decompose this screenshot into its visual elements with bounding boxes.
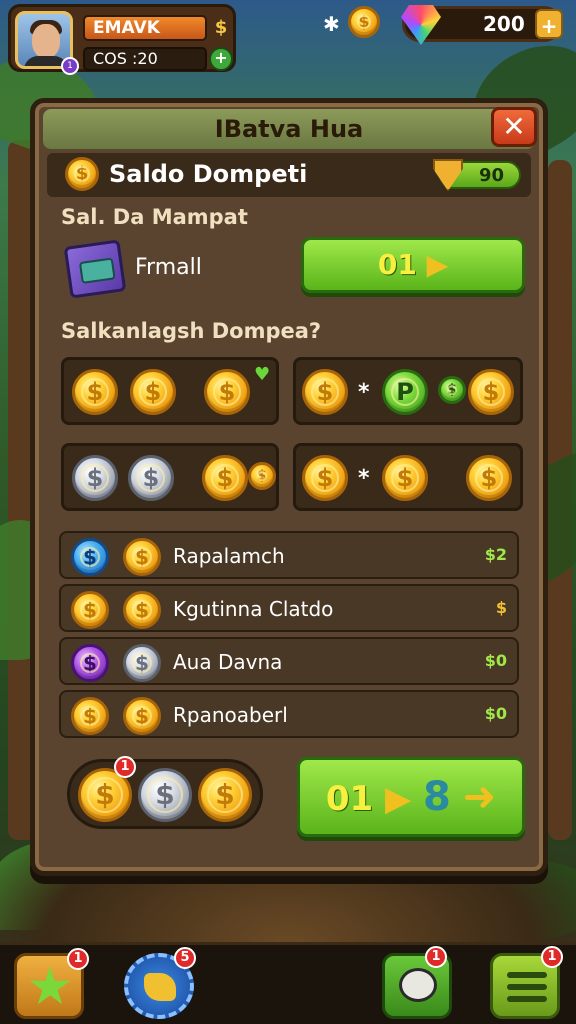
coin-pack-tile[interactable]: $ * P $ $ (293, 357, 523, 425)
chat-icon (399, 968, 437, 1002)
gem-icon (401, 5, 441, 45)
list-item[interactable]: $ $ Rapalamch $2 (59, 531, 519, 579)
balance-coin-icon: $ (65, 157, 99, 191)
section-label-wallet: Sal. Da Mampat (61, 205, 248, 229)
top-hud: 1 EMAVK $ COS :20 + ✱ $ 200 + (0, 0, 576, 80)
confirm-button[interactable]: 01 ▶ 8 ➜ (297, 757, 525, 837)
notification-badge: 5 (174, 947, 196, 969)
list-item-value: $ (495, 598, 507, 617)
notification-badge: 1 (541, 946, 563, 968)
list-item[interactable]: $ $ Rpanoaberl $0 (59, 690, 519, 738)
list-item-value: $2 (484, 545, 507, 564)
coin-stack: $ $ $ 1 (67, 756, 263, 829)
gem-value: 200 (483, 12, 525, 36)
balance-value-pill: 90 (433, 159, 521, 191)
nav-favorites-button[interactable]: 1 (14, 948, 89, 1019)
item-buy-button[interactable]: 01 ▶ (301, 237, 525, 293)
arrow-right-icon: ▶ (384, 779, 412, 819)
arrow-right-icon: ▶ (426, 248, 449, 281)
wallet-panel: IBatva Hua ✕ $ Saldo Dompeti 90 Sal. Da … (30, 98, 548, 876)
coin-pack-tile[interactable]: $ * $ $ (293, 443, 523, 511)
balance-bar: $ Saldo Dompeti 90 (47, 153, 531, 197)
nav-settings-button[interactable]: 5 (124, 947, 196, 1019)
item-name: Frmall (135, 255, 202, 280)
list-item-label: Kgutinna Clatdo (173, 597, 334, 621)
star-icon (29, 966, 71, 1005)
name-coin-icon[interactable]: $ (209, 17, 233, 39)
wallet-item-icon (63, 239, 127, 299)
section-label-select: Salkanlagsh Dompea? (61, 319, 322, 343)
balance-value: 90 (479, 165, 505, 186)
gear-icon (144, 973, 176, 1001)
hud-coin-icon: $ (348, 6, 380, 38)
heart-icon: ♥ (254, 364, 271, 385)
avatar-level-badge: 1 (61, 57, 79, 75)
list-item-label: Rapalamch (173, 544, 285, 568)
list-item[interactable]: $ $ Kgutinna Clatdo $ (59, 584, 519, 632)
list-item-value: $0 (484, 651, 507, 670)
gem-counter: 200 + (401, 5, 563, 45)
coin-pack-tile[interactable]: $ $ $ $ (61, 443, 279, 511)
list-item[interactable]: $ $ Aua Davna $0 (59, 637, 519, 685)
add-gems-button[interactable]: + (535, 9, 563, 39)
balance-title: Saldo Dompeti (109, 160, 308, 188)
coin-pack-tile[interactable]: $ $ $ ♥ (61, 357, 279, 425)
add-cost-button[interactable]: + (209, 47, 233, 71)
shield-icon (433, 159, 463, 191)
nav-chat-button[interactable]: 1 (382, 946, 452, 1019)
notification-badge: 1 (114, 756, 136, 778)
list-item-label: Rpanoaberl (173, 703, 288, 727)
player-profile[interactable]: 1 EMAVK $ COS :20 + (8, 4, 236, 75)
nav-menu-button[interactable]: 1 (490, 946, 563, 1019)
close-button[interactable]: ✕ (491, 107, 537, 147)
big-arrow-icon: ➜ (462, 774, 497, 820)
cost-label: COS :20 (83, 47, 207, 71)
sparkle-icon: ✱ (323, 12, 340, 36)
menu-icon (507, 972, 547, 1008)
list-item-label: Aua Davna (173, 650, 283, 674)
bottom-nav: 1 5 1 1 (0, 942, 576, 1024)
player-name: EMAVK (83, 15, 207, 41)
list-item-value: $0 (484, 704, 507, 723)
notification-badge: 1 (67, 948, 89, 970)
panel-title: IBatva Hua (43, 109, 535, 149)
notification-badge: 1 (425, 946, 447, 968)
